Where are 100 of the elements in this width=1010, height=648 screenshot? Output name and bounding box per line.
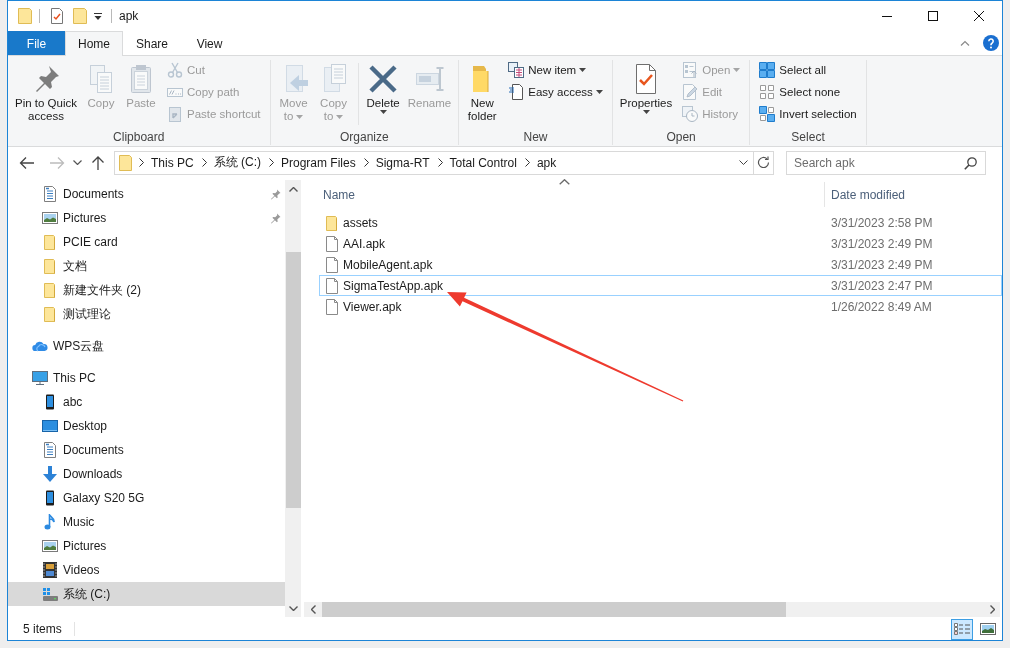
back-arrow-icon <box>19 155 35 170</box>
nav-item[interactable]: abc <box>8 390 285 414</box>
ribbon-button[interactable]: Easy access <box>506 81 605 103</box>
document-icon <box>42 442 58 458</box>
nav-item[interactable]: Music <box>8 510 285 534</box>
chevron-up-icon[interactable] <box>288 187 298 192</box>
nav-item[interactable]: Pictures <box>8 534 285 558</box>
ribbon-tab[interactable]: View <box>181 31 239 55</box>
file-row[interactable]: assets 3/31/2023 2:58 PM <box>319 212 1002 233</box>
nav-item[interactable]: Documents <box>8 438 285 462</box>
picture-icon <box>42 538 58 554</box>
file-name[interactable]: SigmaTestApp.apk <box>320 277 824 294</box>
ribbon-tab[interactable]: Home <box>65 31 123 56</box>
chevron-right-icon[interactable] <box>269 158 274 167</box>
chevron-right-icon[interactable] <box>437 158 443 167</box>
picture-icon <box>980 623 996 635</box>
down-arrow-icon <box>42 466 58 482</box>
file-icon <box>324 277 340 294</box>
nav-item[interactable]: Videos <box>8 558 285 582</box>
pencil-page-icon <box>682 84 699 100</box>
ribbon-tab[interactable]: File <box>8 31 65 55</box>
chevron-up-icon[interactable] <box>960 40 970 46</box>
clock-icon <box>682 106 699 122</box>
file-name[interactable]: Viewer.apk <box>320 298 824 315</box>
caret-icon[interactable] <box>94 12 102 20</box>
pushpin-icon[interactable] <box>270 188 281 200</box>
refresh-button[interactable] <box>754 150 774 175</box>
folder-icon <box>42 258 58 274</box>
nav-item[interactable]: 系统 (C:) <box>8 582 285 606</box>
breadcrumb[interactable]: This PC <box>150 155 195 170</box>
monitor-icon <box>32 370 48 386</box>
nav-item[interactable]: WPS云盘 <box>8 334 285 358</box>
refresh-icon <box>757 156 770 169</box>
search-icon[interactable] <box>964 156 977 170</box>
check-page-icon[interactable] <box>51 8 63 24</box>
pages-icon <box>508 62 525 78</box>
ribbon-button[interactable]: Properties <box>615 63 677 114</box>
ribbon-button[interactable]: Select none <box>757 81 859 103</box>
forward-arrow-icon <box>49 155 65 170</box>
ribbon-tab[interactable]: Share <box>123 31 182 55</box>
up-arrow-icon <box>91 155 105 170</box>
ribbon-button[interactable]: Delete <box>362 63 404 114</box>
ribbon-button[interactable]: Select all <box>757 59 859 81</box>
chevron-right-icon[interactable] <box>524 158 530 167</box>
file-row[interactable]: AAI.apk 3/31/2023 2:49 PM <box>319 233 1002 254</box>
nav-item[interactable]: Desktop <box>8 414 285 438</box>
group-label: Clipboard <box>112 129 166 145</box>
picture-icon <box>42 210 58 226</box>
ribbon-button[interactable]: Pin to Quick access <box>11 63 81 123</box>
search-field[interactable]: Search apk <box>786 150 986 175</box>
chevron-right-icon[interactable] <box>363 158 369 167</box>
chevron-down-icon[interactable] <box>288 606 298 611</box>
breadcrumb[interactable]: Sigma-RT <box>374 155 431 170</box>
group-label: New <box>522 129 549 145</box>
chevron-right-icon[interactable] <box>201 158 207 167</box>
chevron-left-icon[interactable] <box>311 605 316 614</box>
breadcrumb[interactable]: Total Control <box>448 155 518 170</box>
scrollbar-thumb[interactable] <box>285 252 301 508</box>
file-name[interactable]: MobileAgent.apk <box>320 256 824 273</box>
list-icon <box>682 62 699 78</box>
film-icon <box>42 562 58 578</box>
breadcrumb[interactable]: Program Files <box>280 155 357 170</box>
close-icon <box>974 11 984 21</box>
scrollbar-thumb[interactable] <box>322 602 786 617</box>
file-row[interactable]: Viewer.apk 1/26/2022 8:49 AM <box>319 296 1002 317</box>
address-bar[interactable]: This PC 系统 (C:) Program Files Sigma-RT Total Control apk <box>114 150 754 175</box>
file-icon <box>324 298 340 315</box>
breadcrumb[interactable]: apk <box>535 155 558 170</box>
file-icon <box>324 235 340 252</box>
file-name[interactable]: AAI.apk <box>320 235 824 252</box>
view-button[interactable] <box>951 618 973 640</box>
column-header[interactable]: Date modified <box>824 182 1002 207</box>
ribbon-button[interactable]: Invert selection <box>757 103 859 125</box>
file-icon <box>324 256 340 273</box>
drive-icon <box>42 586 58 602</box>
nav-item[interactable]: This PC <box>8 366 285 390</box>
file-row[interactable]: MobileAgent.apk 3/31/2023 2:49 PM <box>319 254 1002 275</box>
chevron-right-icon[interactable] <box>139 158 144 167</box>
nav-item[interactable]: PCIE card <box>8 230 285 254</box>
nav-item[interactable]: 新建文件夹 (2) <box>8 278 285 302</box>
mixed-grid-icon <box>759 106 776 122</box>
music-note-icon <box>42 514 58 530</box>
nav-item[interactable]: Documents <box>8 182 285 206</box>
nav-item[interactable]: Downloads <box>8 462 285 486</box>
chevron-down-icon[interactable] <box>739 160 748 165</box>
file-name[interactable]: assets <box>320 214 824 231</box>
help-icon[interactable] <box>983 35 999 51</box>
nav-item[interactable]: Pictures <box>8 206 285 230</box>
file-row[interactable]: SigmaTestApp.apk 3/31/2023 2:47 PM <box>319 275 1002 296</box>
ribbon-button[interactable]: New item <box>506 59 605 81</box>
column-header[interactable]: Name <box>304 182 824 207</box>
ribbon-button[interactable]: New folder <box>462 63 503 123</box>
folder-icon <box>324 214 340 231</box>
nav-item[interactable]: 文档 <box>8 254 285 278</box>
chevron-right-icon[interactable] <box>990 605 995 614</box>
scissors-icon <box>167 62 183 78</box>
nav-item[interactable]: 测试理论 <box>8 302 285 326</box>
pushpin-icon[interactable] <box>270 212 281 224</box>
breadcrumb[interactable]: 系统 (C:) <box>212 154 262 171</box>
nav-item[interactable]: Galaxy S20 5G <box>8 486 285 510</box>
